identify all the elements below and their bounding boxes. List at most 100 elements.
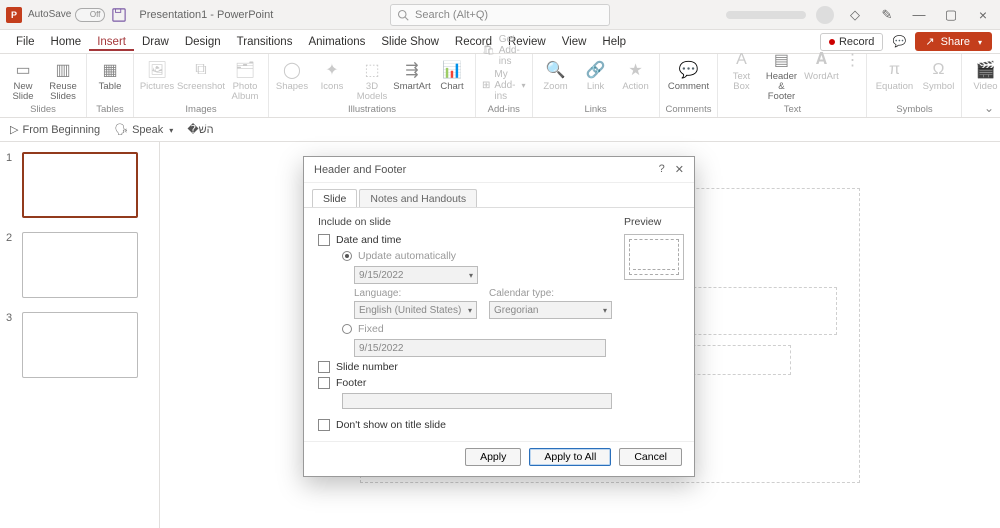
checkbox-icon: [318, 234, 330, 246]
wordart-button[interactable]: 𝐀WordArt: [804, 50, 838, 82]
icons-button[interactable]: ✦Icons: [315, 60, 349, 92]
window-close-icon[interactable]: ×: [972, 4, 994, 26]
window-restore-icon[interactable]: ▢: [940, 4, 962, 26]
apply-button[interactable]: Apply: [465, 448, 521, 466]
symbol-button[interactable]: ΩSymbol: [921, 60, 955, 92]
action-button[interactable]: ★Action: [619, 60, 653, 92]
shapes-button[interactable]: ◯Shapes: [275, 60, 309, 92]
dialog-tabs: Slide Notes and Handouts: [304, 183, 694, 208]
dialog-title: Header and Footer: [314, 164, 406, 176]
new-slide-button[interactable]: ▭NewSlide: [6, 60, 40, 102]
comments-pane-icon[interactable]: 💬: [889, 32, 909, 52]
equation-button[interactable]: πEquation: [873, 60, 915, 92]
group-slides: ▭NewSlide ▥ReuseSlides Slides: [0, 54, 87, 117]
thumb-row-1[interactable]: 1: [6, 152, 153, 218]
3d-models-button[interactable]: ⬚3DModels: [355, 60, 389, 102]
header-footer-button[interactable]: ▤Header& Footer: [764, 50, 798, 102]
text-box-button[interactable]: ATextBox: [724, 50, 758, 92]
more-text-button[interactable]: ⋮: [844, 50, 860, 70]
date-dropdown[interactable]: 9/15/2022: [354, 266, 478, 284]
video-button[interactable]: 🎬Video: [968, 60, 1000, 92]
dont-show-title-checkbox[interactable]: Don't show on title slide: [318, 419, 612, 431]
footer-text-input[interactable]: [342, 393, 612, 409]
update-auto-radio[interactable]: Update automatically: [342, 250, 612, 262]
collapse-ribbon-icon[interactable]: ⌄: [984, 101, 994, 115]
chart-button[interactable]: 📊Chart: [435, 60, 469, 92]
tab-draw[interactable]: Draw: [134, 33, 177, 51]
addin-icon: ⊞: [482, 80, 490, 91]
help-icon[interactable]: ?: [659, 163, 665, 176]
tab-insert[interactable]: Insert: [89, 33, 134, 51]
document-title: Presentation1 - PowerPoint: [139, 9, 273, 21]
thumb-number: 2: [6, 232, 16, 298]
thumb-row-2[interactable]: 2: [6, 232, 153, 298]
dialog-titlebar[interactable]: Header and Footer ? ✕: [304, 157, 694, 183]
tab-slideshow[interactable]: Slide Show: [373, 33, 447, 51]
dialog-tab-slide[interactable]: Slide: [312, 189, 357, 207]
ribbon: ▭NewSlide ▥ReuseSlides Slides ▦Table Tab…: [0, 54, 1000, 118]
pictures-button[interactable]: 🖼Pictures: [140, 60, 174, 92]
slide-thumbnail[interactable]: [22, 232, 138, 298]
share-icon: ↗: [925, 35, 934, 48]
from-beginning-button[interactable]: ▷ From Beginning: [10, 123, 100, 136]
tab-view[interactable]: View: [554, 33, 595, 51]
reuse-slides-button[interactable]: ▥ReuseSlides: [46, 60, 80, 102]
slide-thumbnail[interactable]: [22, 152, 138, 218]
language-label: Language:: [354, 288, 477, 299]
autosave-toggle[interactable]: AutoSave Off: [28, 8, 105, 22]
group-addins: 🛍Get Add-ins ⊞My Add-ins Add-ins: [476, 54, 533, 117]
fixed-radio[interactable]: Fixed: [342, 323, 612, 335]
my-addins-button[interactable]: ⊞My Add-ins: [482, 69, 526, 102]
screenshot-button[interactable]: ⧉Screenshot: [180, 60, 222, 92]
thumb-row-3[interactable]: 3: [6, 312, 153, 378]
table-button[interactable]: ▦Table: [93, 60, 127, 92]
diamond-icon[interactable]: ◇: [844, 4, 866, 26]
tab-help[interactable]: Help: [594, 33, 634, 51]
tab-transitions[interactable]: Transitions: [229, 33, 301, 51]
zoom-icon: 🔍: [546, 60, 566, 80]
speak-button[interactable]: 🗣 Speak: [114, 123, 173, 136]
customize-qat-button[interactable]: �השׁ: [187, 123, 213, 136]
user-avatar-icon[interactable]: [816, 6, 834, 24]
zoom-button[interactable]: 🔍Zoom: [539, 60, 573, 92]
slide-thumbnail[interactable]: [22, 312, 138, 378]
tab-design[interactable]: Design: [177, 33, 229, 51]
link-button[interactable]: 🔗Link: [579, 60, 613, 92]
close-icon[interactable]: ✕: [675, 163, 684, 176]
powerpoint-app-icon: P: [6, 7, 22, 23]
user-name-placeholder: [726, 11, 806, 19]
language-dropdown[interactable]: English (United States): [354, 301, 477, 319]
apply-to-all-button[interactable]: Apply to All: [529, 448, 611, 466]
search-input[interactable]: Search (Alt+Q): [390, 4, 610, 26]
include-section-label: Include on slide: [318, 216, 612, 228]
pen-icon[interactable]: ✎: [876, 4, 898, 26]
date-time-checkbox[interactable]: Date and time: [318, 234, 612, 246]
cube-icon: ⬚: [362, 60, 382, 80]
calendar-dropdown[interactable]: Gregorian: [489, 301, 612, 319]
photo-album-button[interactable]: 🗂PhotoAlbum: [228, 60, 262, 102]
cancel-button[interactable]: Cancel: [619, 448, 682, 466]
dialog-tab-notes[interactable]: Notes and Handouts: [359, 189, 477, 207]
window-minimize-icon[interactable]: —: [908, 4, 930, 26]
wordart-icon: 𝐀: [811, 50, 831, 70]
slide-number-checkbox[interactable]: Slide number: [318, 361, 612, 373]
save-icon[interactable]: [111, 7, 127, 23]
smartart-button[interactable]: ⇶SmartArt: [395, 60, 429, 92]
action-icon: ★: [626, 60, 646, 80]
share-button[interactable]: ↗ Share: [915, 32, 992, 51]
calendar-label: Calendar type:: [489, 288, 612, 299]
photo-album-icon: 🗂: [235, 60, 255, 80]
toggle-off-icon: Off: [75, 8, 105, 22]
search-icon: [397, 9, 409, 21]
tab-home[interactable]: Home: [43, 33, 90, 51]
comment-button[interactable]: 💬Comment: [668, 60, 710, 92]
tab-animations[interactable]: Animations: [300, 33, 373, 51]
fixed-date-input[interactable]: 9/15/2022: [354, 339, 606, 357]
group-images: 🖼Pictures ⧉Screenshot 🗂PhotoAlbum Images: [134, 54, 269, 117]
tab-file[interactable]: File: [8, 33, 43, 51]
chevron-down-icon: [167, 124, 173, 136]
checkbox-icon: [318, 377, 330, 389]
footer-checkbox[interactable]: Footer: [318, 377, 612, 389]
get-addins-button[interactable]: 🛍Get Add-ins: [482, 34, 526, 67]
overflow-icon: �השׁ: [187, 123, 213, 136]
